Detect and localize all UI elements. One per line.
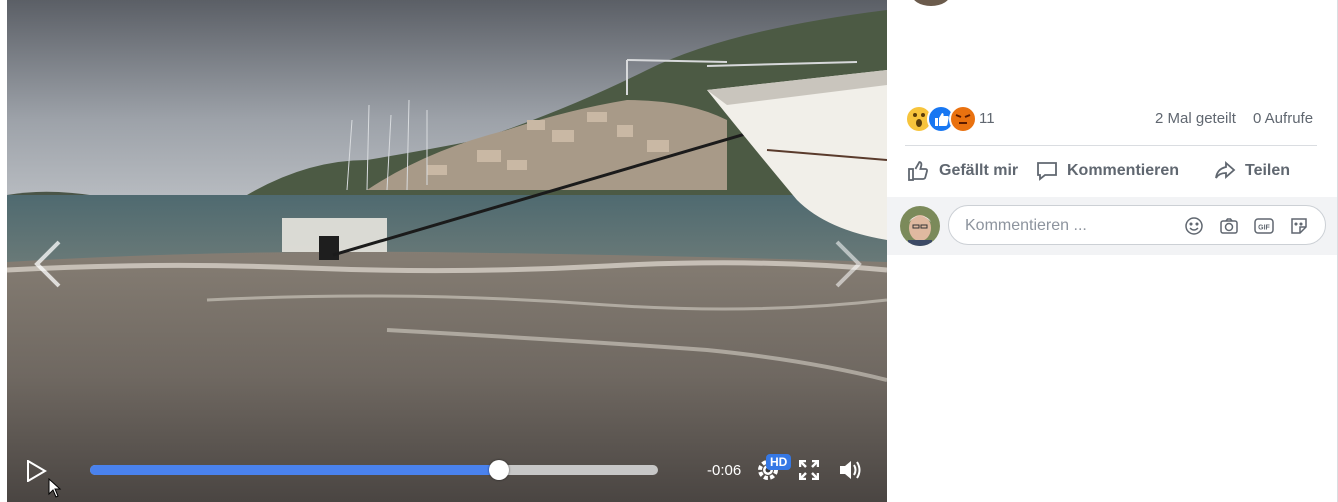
sticker-icon[interactable] [1289, 216, 1309, 236]
angry-reaction-icon [949, 105, 977, 133]
svg-text:GIF: GIF [1258, 225, 1270, 232]
video-player[interactable]: -0:06 HD [7, 0, 887, 502]
emoji-icon[interactable] [1184, 216, 1204, 236]
post-side-panel: 11 2 Mal geteilt 0 Aufrufe Gefällt mir K… [887, 0, 1338, 502]
comment-input[interactable] [963, 206, 1167, 246]
share-arrow-icon [1215, 161, 1236, 179]
next-arrow-icon[interactable] [827, 238, 867, 290]
camera-icon[interactable] [1219, 216, 1239, 236]
time-remaining: -0:06 [707, 462, 742, 479]
like-label: Gefällt mir [939, 162, 1019, 179]
share-button[interactable]: Teilen [1213, 155, 1290, 187]
mouse-cursor-icon [48, 478, 62, 498]
author-avatar[interactable] [911, 0, 951, 6]
volume-icon[interactable] [838, 458, 864, 482]
play-icon[interactable] [25, 459, 47, 483]
comment-label: Kommentieren [1067, 162, 1180, 179]
progress-bar[interactable] [90, 460, 658, 480]
view-count: 0 Aufrufe [1253, 110, 1314, 127]
like-button[interactable]: Gefällt mir [907, 155, 1018, 187]
gif-icon[interactable]: GIF [1254, 216, 1274, 236]
previous-arrow-icon[interactable] [29, 238, 69, 290]
video-controls: -0:06 HD [7, 440, 887, 502]
speech-bubble-icon [1037, 162, 1057, 181]
fullscreen-icon[interactable] [798, 459, 820, 481]
progress-handle[interactable] [488, 460, 509, 480]
comment-box[interactable]: GIF [948, 205, 1326, 246]
share-count[interactable]: 2 Mal geteilt [1155, 110, 1236, 127]
comment-composer: GIF [887, 197, 1337, 255]
progress-fill [90, 465, 499, 475]
user-avatar[interactable] [900, 206, 940, 246]
thumbs-up-icon [908, 161, 928, 181]
hd-badge[interactable]: HD [766, 454, 792, 470]
comment-button[interactable]: Kommentieren [1035, 155, 1179, 187]
video-frame [7, 0, 887, 502]
share-label: Teilen [1245, 162, 1291, 179]
reaction-count[interactable]: 11 [979, 110, 995, 127]
divider [905, 145, 1317, 146]
